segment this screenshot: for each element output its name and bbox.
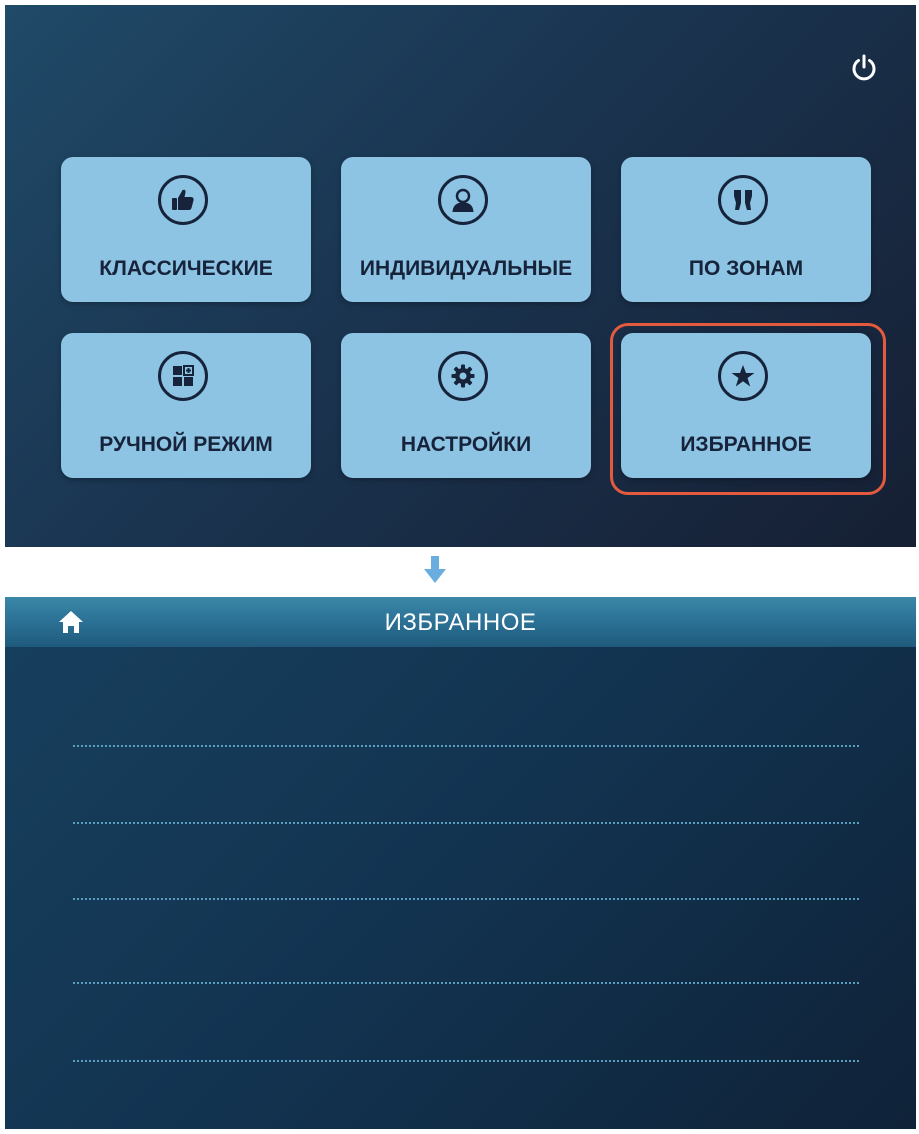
power-button[interactable]: [848, 52, 880, 84]
tile-manual-mode[interactable]: РУЧНОЙ РЕЖИМ: [61, 333, 311, 478]
tile-settings[interactable]: НАСТРОЙКИ: [341, 333, 591, 478]
page-title: ИЗБРАННОЕ: [384, 609, 537, 636]
favorite-slot-1[interactable]: [73, 687, 859, 747]
header-bar: ИЗБРАННОЕ: [5, 597, 916, 647]
tile-label: РУЧНОЙ РЕЖИМ: [99, 433, 273, 456]
tile-classic[interactable]: КЛАССИЧЕСКИЕ: [61, 157, 311, 302]
favorite-slot-3[interactable]: [73, 840, 859, 900]
slot-divider: [73, 1060, 859, 1062]
person-icon: [438, 175, 488, 225]
slot-divider: [73, 982, 859, 984]
slot-divider: [73, 822, 859, 824]
tile-label: ПО ЗОНАМ: [688, 257, 804, 280]
power-icon: [852, 54, 876, 81]
thumbs-up-icon: [158, 175, 208, 225]
arrow-down-icon: [422, 556, 448, 584]
tile-label: ИНДИВИДУАЛЬНЫЕ: [359, 257, 573, 280]
slot-divider: [73, 745, 859, 747]
slot-divider: [73, 898, 859, 900]
manual-grid-icon: [158, 351, 208, 401]
tile-label: КЛАССИЧЕСКИЕ: [99, 257, 273, 280]
tile-label: НАСТРОЙКИ: [400, 433, 532, 456]
main-menu-screen: КЛАССИЧЕСКИЕ ИНДИВИДУАЛЬНЫЕ ПО ЗОНАМ РУЧ…: [5, 5, 916, 547]
gear-icon: [438, 351, 488, 401]
selection-highlight: [610, 323, 886, 495]
body-zones-icon: [718, 175, 768, 225]
favorite-slot-2[interactable]: [73, 764, 859, 824]
tile-by-zones[interactable]: ПО ЗОНАМ: [621, 157, 871, 302]
page: КЛАССИЧЕСКИЕ ИНДИВИДУАЛЬНЫЕ ПО ЗОНАМ РУЧ…: [0, 0, 919, 1134]
favorite-slot-4[interactable]: [73, 924, 859, 984]
tile-individual[interactable]: ИНДИВИДУАЛЬНЫЕ: [341, 157, 591, 302]
favorites-screen: ИЗБРАННОЕ: [5, 597, 916, 1129]
favorite-slot-5[interactable]: [73, 1002, 859, 1062]
